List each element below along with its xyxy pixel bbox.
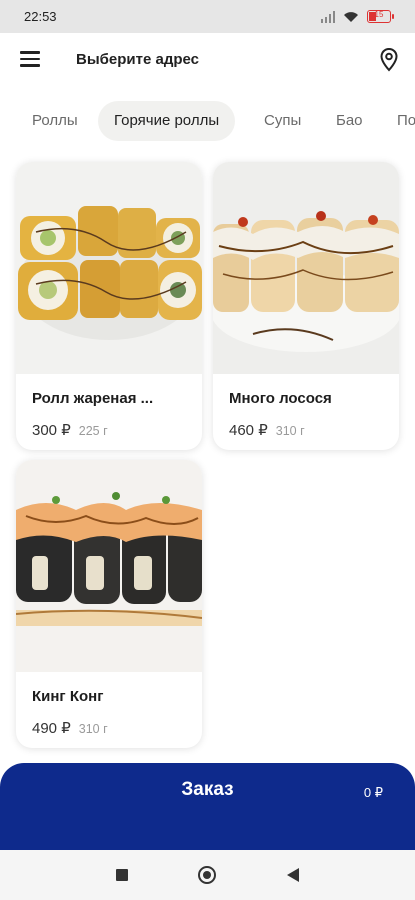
signal-icon	[321, 10, 335, 23]
status-bar: 22:53 15	[0, 0, 415, 33]
product-name: Много лосося	[229, 390, 332, 407]
tab-hot-rolls[interactable]: Горячие роллы	[98, 101, 236, 141]
back-icon[interactable]	[287, 868, 299, 882]
tab-rolls[interactable]: Роллы	[32, 101, 78, 141]
product-price: 300 ₽ 225 г	[32, 421, 108, 439]
product-name: Ролл жареная ...	[32, 390, 154, 407]
product-weight: 310 г	[275, 424, 305, 438]
home-icon[interactable]	[198, 866, 216, 884]
status-time: 22:53	[24, 9, 57, 24]
price-value: 460 ₽	[229, 422, 268, 439]
order-button[interactable]: Заказ 0 ₽	[0, 763, 415, 850]
order-label: Заказ	[181, 779, 234, 800]
tab-bao[interactable]: Бао	[336, 101, 363, 141]
address-selector[interactable]: Выберите адрес	[76, 51, 199, 68]
order-total: 0 ₽	[363, 785, 383, 800]
status-icons: 15	[321, 10, 394, 23]
product-price: 460 ₽ 310 г	[229, 421, 305, 439]
location-pin-icon[interactable]	[380, 48, 398, 72]
product-weight: 310 г	[78, 722, 108, 736]
system-nav-bar	[0, 850, 415, 900]
recent-apps-icon[interactable]	[116, 869, 128, 881]
wifi-icon	[344, 11, 358, 22]
battery-icon: 15	[367, 10, 394, 23]
product-image	[16, 460, 202, 672]
tab-more[interactable]: По	[397, 101, 415, 141]
battery-level: 15	[374, 10, 384, 19]
menu-icon[interactable]	[20, 51, 40, 67]
header: Выберите адрес	[0, 33, 415, 88]
product-price: 490 ₽ 310 г	[32, 719, 108, 737]
product-image	[16, 162, 202, 374]
product-card[interactable]: Много лосося 460 ₽ 310 г	[213, 162, 399, 450]
product-weight: 225 г	[78, 424, 108, 438]
price-value: 490 ₽	[32, 720, 71, 737]
product-card[interactable]: Ролл жареная ... 300 ₽ 225 г	[16, 162, 202, 450]
product-name: Кинг Конг	[32, 688, 104, 705]
category-tabs: Роллы Горячие роллы Супы Бао По	[0, 98, 415, 146]
price-value: 300 ₽	[32, 422, 71, 439]
product-image	[213, 162, 399, 374]
product-card[interactable]: Кинг Конг 490 ₽ 310 г	[16, 460, 202, 748]
tab-soups[interactable]: Супы	[264, 101, 301, 141]
